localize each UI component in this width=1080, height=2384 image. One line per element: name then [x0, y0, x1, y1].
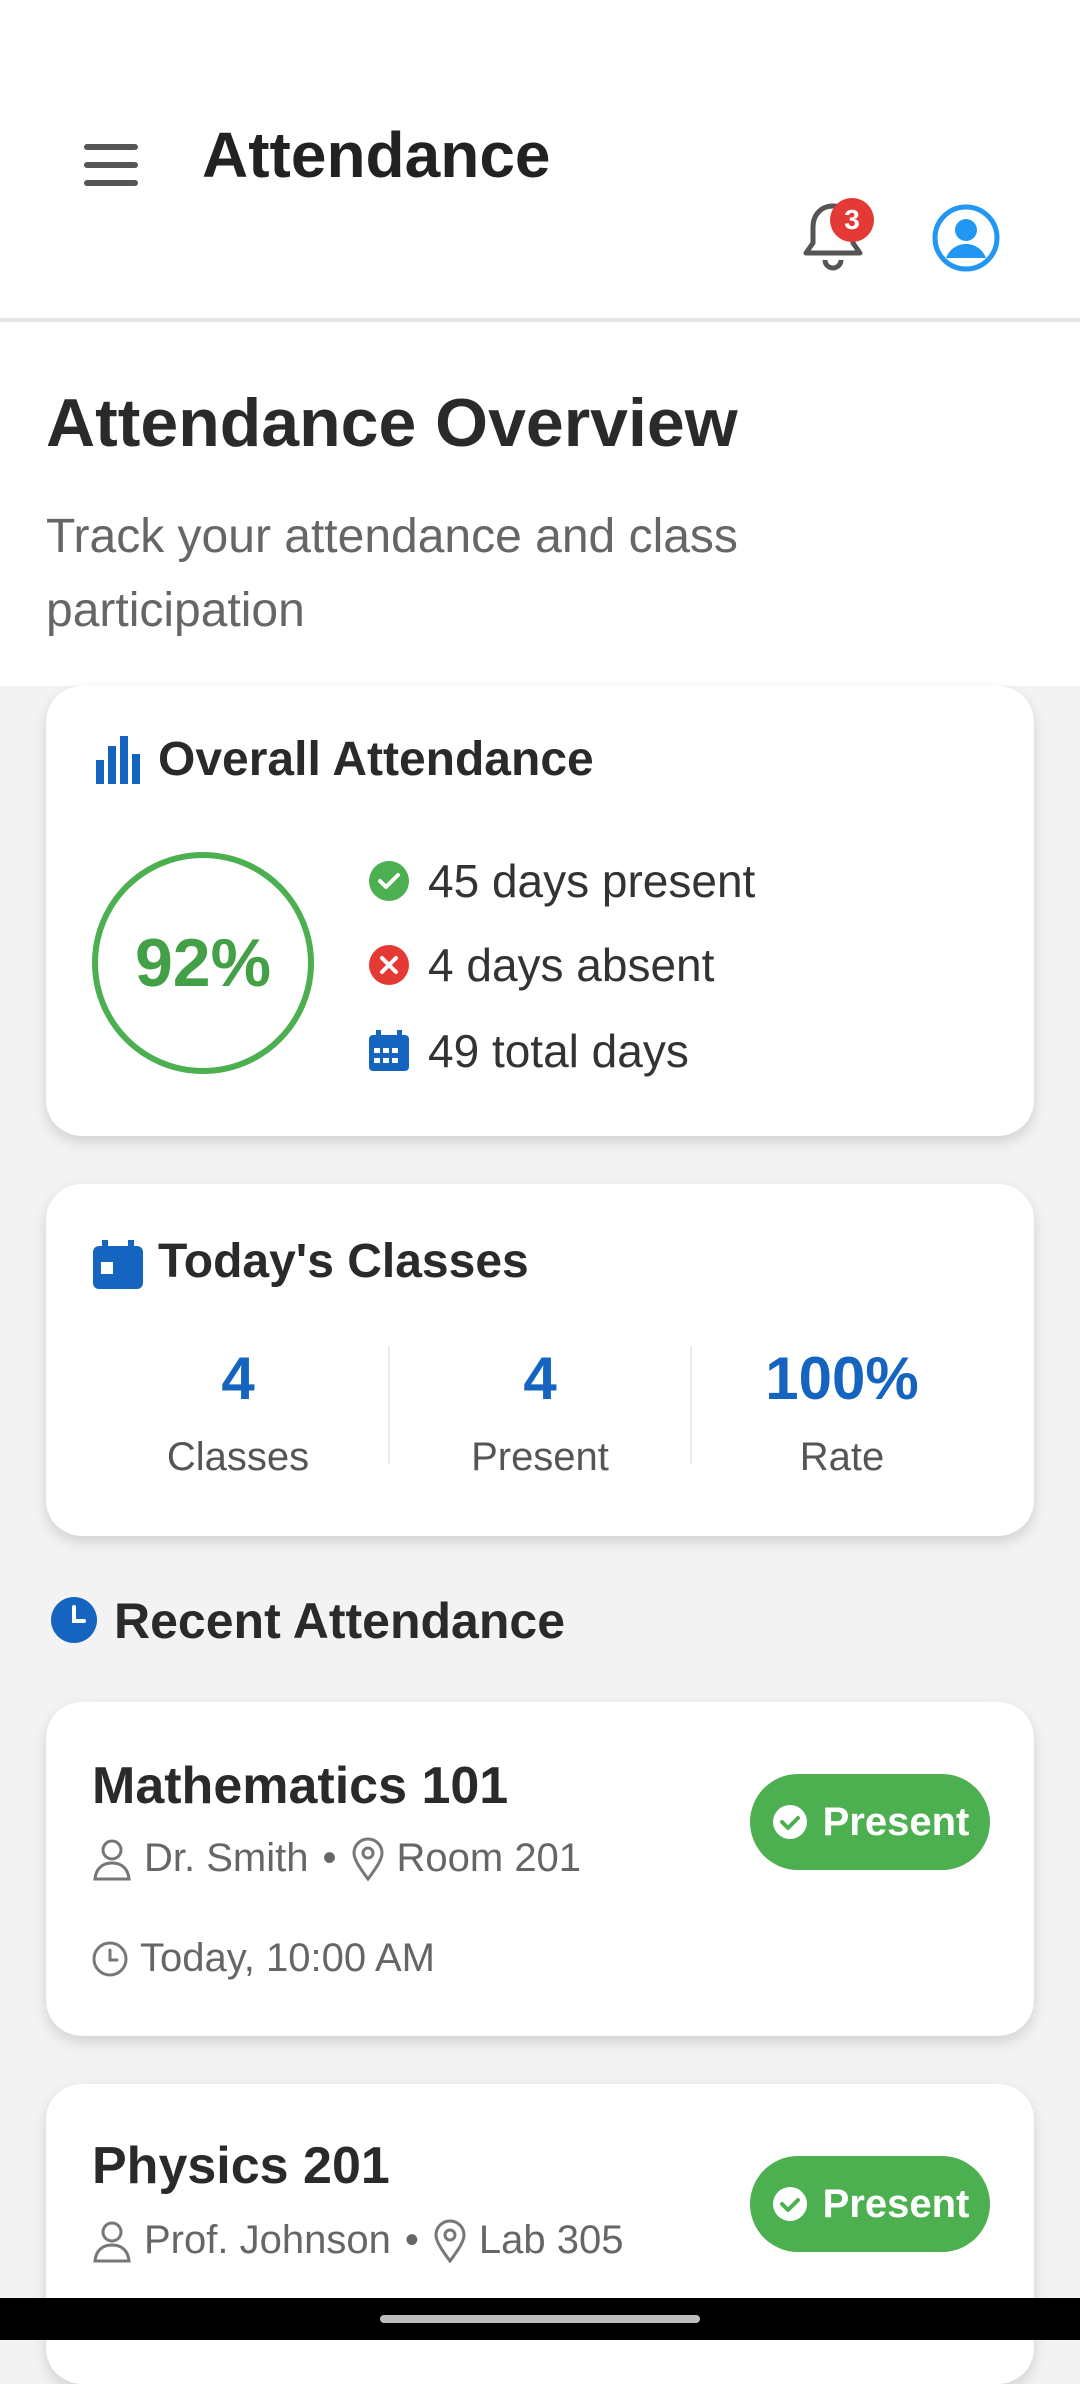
class-meta: Dr. Smith • Room 201 [92, 1836, 581, 1881]
class-time: Today, 10:00 AM [92, 1936, 435, 1981]
total-days-stat: 49 total days [368, 1024, 689, 1078]
check-circle-icon [772, 1805, 807, 1839]
recent-attendance-title: Recent Attendance [114, 1593, 566, 1649]
todays-classes-card: Today's Classes 4 Classes 4 Present 100%… [46, 1184, 1034, 1536]
room-name: Lab 305 [478, 2218, 624, 2262]
location-pin-icon [351, 1837, 384, 1881]
location-pin-icon [434, 2219, 466, 2263]
instructor-name: Prof. Johnson [144, 2218, 391, 2262]
clock-icon [51, 1597, 97, 1643]
class-meta: Prof. Johnson • Lab 305 [92, 2218, 623, 2263]
attendance-percentage-ring: 92% [92, 852, 314, 1074]
class-name: Mathematics 101 [92, 1757, 509, 1815]
clock-outline-icon [92, 1941, 128, 1976]
system-navigation-bar [0, 2298, 1080, 2340]
person-icon [93, 1839, 131, 1880]
check-circle-icon [772, 2187, 807, 2221]
check-circle-icon [369, 861, 409, 901]
bar-chart-icon [96, 736, 140, 784]
profile-avatar-icon[interactable] [932, 204, 1000, 272]
rate-metric: 100% Rate [765, 1345, 919, 1479]
instructor-name: Dr. Smith [144, 1836, 309, 1880]
page-subtitle: Track your attendance and class particip… [46, 510, 738, 637]
person-icon [93, 2221, 131, 2262]
home-gesture-handle[interactable] [380, 2315, 700, 2323]
overview-header: Attendance Overview Track your attendanc… [0, 322, 1080, 686]
todays-classes-title: Today's Classes [158, 1235, 529, 1288]
app-bar [0, 78, 1080, 322]
class-name: Physics 201 [92, 2137, 390, 2195]
present-metric: 4 Present [471, 1345, 609, 1479]
room-name: Room 201 [396, 1836, 582, 1880]
calendar-icon [369, 1030, 409, 1071]
overall-attendance-title: Overall Attendance [158, 733, 594, 786]
app-title: Attendance [202, 119, 551, 191]
status-bar [0, 0, 1080, 78]
classes-metric: 4 Classes [166, 1345, 310, 1479]
calendar-today-icon [93, 1240, 143, 1289]
page-title: Attendance Overview [46, 385, 738, 461]
days-present-stat: 45 days present [368, 854, 755, 908]
x-circle-icon [369, 945, 409, 985]
days-absent-stat: 4 days absent [368, 938, 714, 992]
attendance-percentage: 92% [134, 925, 272, 1001]
notification-count-badge: 3 [830, 198, 874, 242]
overall-attendance-card: Overall Attendance 92% 45 days present 4… [46, 686, 1034, 1136]
menu-icon[interactable] [84, 144, 138, 188]
attendance-record-card[interactable]: Mathematics 101 Dr. Smith • Room 201 Tod… [46, 1702, 1034, 2036]
status-badge: Present [750, 2156, 990, 2252]
status-badge: Present [750, 1774, 990, 1870]
